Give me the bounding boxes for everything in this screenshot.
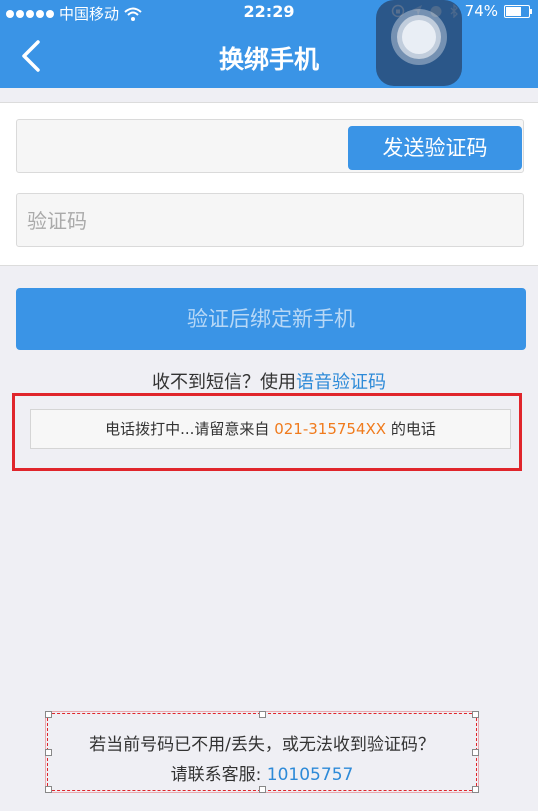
call-notice-suffix: 的电话	[390, 420, 436, 438]
service-number-link[interactable]: 10105757	[267, 765, 354, 785]
phone-input[interactable]	[25, 120, 349, 174]
voice-code-link[interactable]: 语音验证码	[296, 372, 386, 393]
call-notice: 电话拨打中...请留意来自 021-315754XX 的电话	[30, 409, 511, 449]
caller-number: 021-315754XX	[274, 420, 387, 438]
battery-icon	[504, 4, 532, 18]
help-contact-prefix: 请联系客服:	[170, 765, 262, 785]
code-field[interactable]	[16, 193, 524, 248]
verification-code-input[interactable]	[25, 194, 349, 248]
help-question: 若当前号码已不用/丢失，或无法收到验证码？	[89, 735, 435, 755]
sms-hint-prefix: 收不到短信？使用	[152, 372, 296, 393]
battery-percent: 74%	[464, 2, 498, 20]
send-code-button[interactable]: 发送验证码	[348, 126, 522, 170]
call-notice-prefix: 电话拨打中...请留意来自	[105, 420, 270, 438]
assistive-touch-button[interactable]	[376, 0, 462, 86]
sms-hint: 收不到短信？使用语音验证码	[0, 368, 538, 394]
help-contact: 请联系客服: 10105757	[47, 760, 477, 785]
verify-bind-button[interactable]: 验证后绑定新手机	[16, 288, 526, 350]
